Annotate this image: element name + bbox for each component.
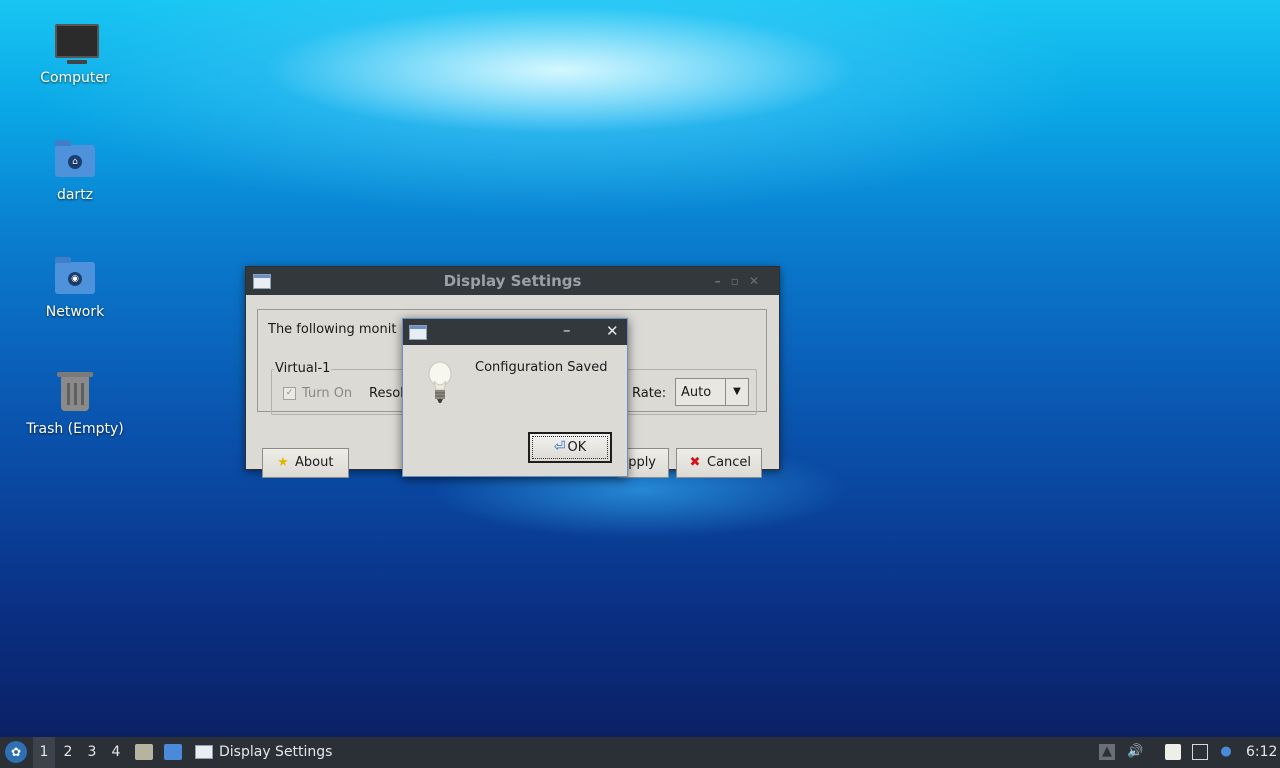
network-icon[interactable] — [1192, 744, 1208, 760]
lightbulb-icon — [428, 361, 452, 403]
window-controls: –▫✕ — [715, 267, 769, 295]
desktop-icon-label: Network — [45, 304, 105, 320]
cancel-x-icon: ✖ — [689, 455, 701, 470]
workspace-1[interactable]: 1 — [33, 737, 55, 768]
computer-icon — [53, 22, 99, 66]
notification-icon[interactable]: ● — [1218, 744, 1234, 760]
taskbar-task-display-settings[interactable]: Display Settings — [193, 737, 332, 768]
checkbox-checked-icon: ✓ — [283, 387, 296, 400]
resolution-label: Resol — [369, 386, 404, 401]
rate-select[interactable]: Auto ▼ — [675, 378, 749, 406]
dialog-titlebar[interactable]: – ✕ — [403, 319, 627, 345]
desktop-icon-computer[interactable]: Computer — [20, 22, 130, 86]
close-icon[interactable]: ✕ — [606, 322, 619, 340]
dialog-message: Configuration Saved — [475, 360, 608, 375]
turn-on-label: Turn On — [302, 386, 353, 401]
workspace-2[interactable]: 2 — [57, 737, 79, 768]
monitors-description: The following monit — [268, 322, 397, 337]
task-label: Display Settings — [219, 744, 333, 760]
desktop-icon-label: Trash (Empty) — [26, 421, 124, 437]
workspace-3[interactable]: 3 — [81, 737, 103, 768]
monitor-group-label: Virtual-1 — [274, 361, 332, 376]
desktop-icon-network[interactable]: ◉ Network — [20, 256, 130, 320]
show-desktop-icon[interactable] — [164, 744, 182, 760]
desktop-icon-home[interactable]: ⌂ dartz — [20, 139, 130, 203]
minimize-icon[interactable]: – — [715, 274, 731, 288]
window-titlebar[interactable]: Display Settings –▫✕ — [246, 267, 779, 295]
rate-label: Rate: — [632, 386, 667, 401]
turn-on-checkbox[interactable]: ✓ Turn On — [283, 386, 352, 401]
cancel-button-label: Cancel — [707, 455, 752, 470]
rate-select-value: Auto — [681, 385, 712, 400]
update-icon[interactable]: ▲ — [1099, 744, 1115, 760]
volume-icon[interactable]: 🔊 — [1127, 744, 1143, 760]
maximize-icon[interactable]: ▫ — [731, 274, 749, 288]
focus-ring — [532, 436, 608, 459]
desktop-icon-label: Computer — [40, 70, 110, 86]
workspace-4[interactable]: 4 — [105, 737, 127, 768]
start-menu-icon[interactable]: ✿ — [5, 741, 27, 763]
home-folder-icon: ⌂ — [53, 139, 97, 183]
desktop-icon-trash[interactable]: Trash (Empty) — [20, 372, 130, 437]
window-icon — [195, 745, 213, 759]
configuration-saved-dialog: – ✕ Configuration Saved ⏎ OK — [402, 318, 628, 477]
taskbar: ✿ 1 2 3 4 Display Settings ▲ 🔊 ● 6:12 — [0, 737, 1280, 768]
dialog-app-icon — [409, 325, 427, 340]
clipboard-icon[interactable] — [1165, 744, 1181, 760]
desktop-icon-label: dartz — [56, 187, 94, 203]
about-button[interactable]: ★ About — [262, 448, 349, 478]
trash-icon — [53, 372, 97, 417]
file-manager-icon[interactable] — [135, 744, 153, 760]
cancel-button[interactable]: ✖ Cancel — [676, 448, 762, 478]
close-icon[interactable]: ✕ — [749, 274, 769, 288]
window-title: Display Settings — [443, 272, 582, 290]
network-folder-icon: ◉ — [53, 256, 97, 300]
apply-button-label: pply — [628, 455, 656, 470]
minimize-icon[interactable]: – — [563, 321, 571, 339]
ok-button[interactable]: ⏎ OK — [528, 432, 612, 463]
window-app-icon — [253, 274, 271, 289]
about-button-label: About — [295, 455, 334, 470]
clock[interactable]: 6:12 — [1246, 737, 1277, 768]
star-icon: ★ — [277, 455, 289, 470]
dropdown-arrow-icon: ▼ — [725, 379, 748, 405]
